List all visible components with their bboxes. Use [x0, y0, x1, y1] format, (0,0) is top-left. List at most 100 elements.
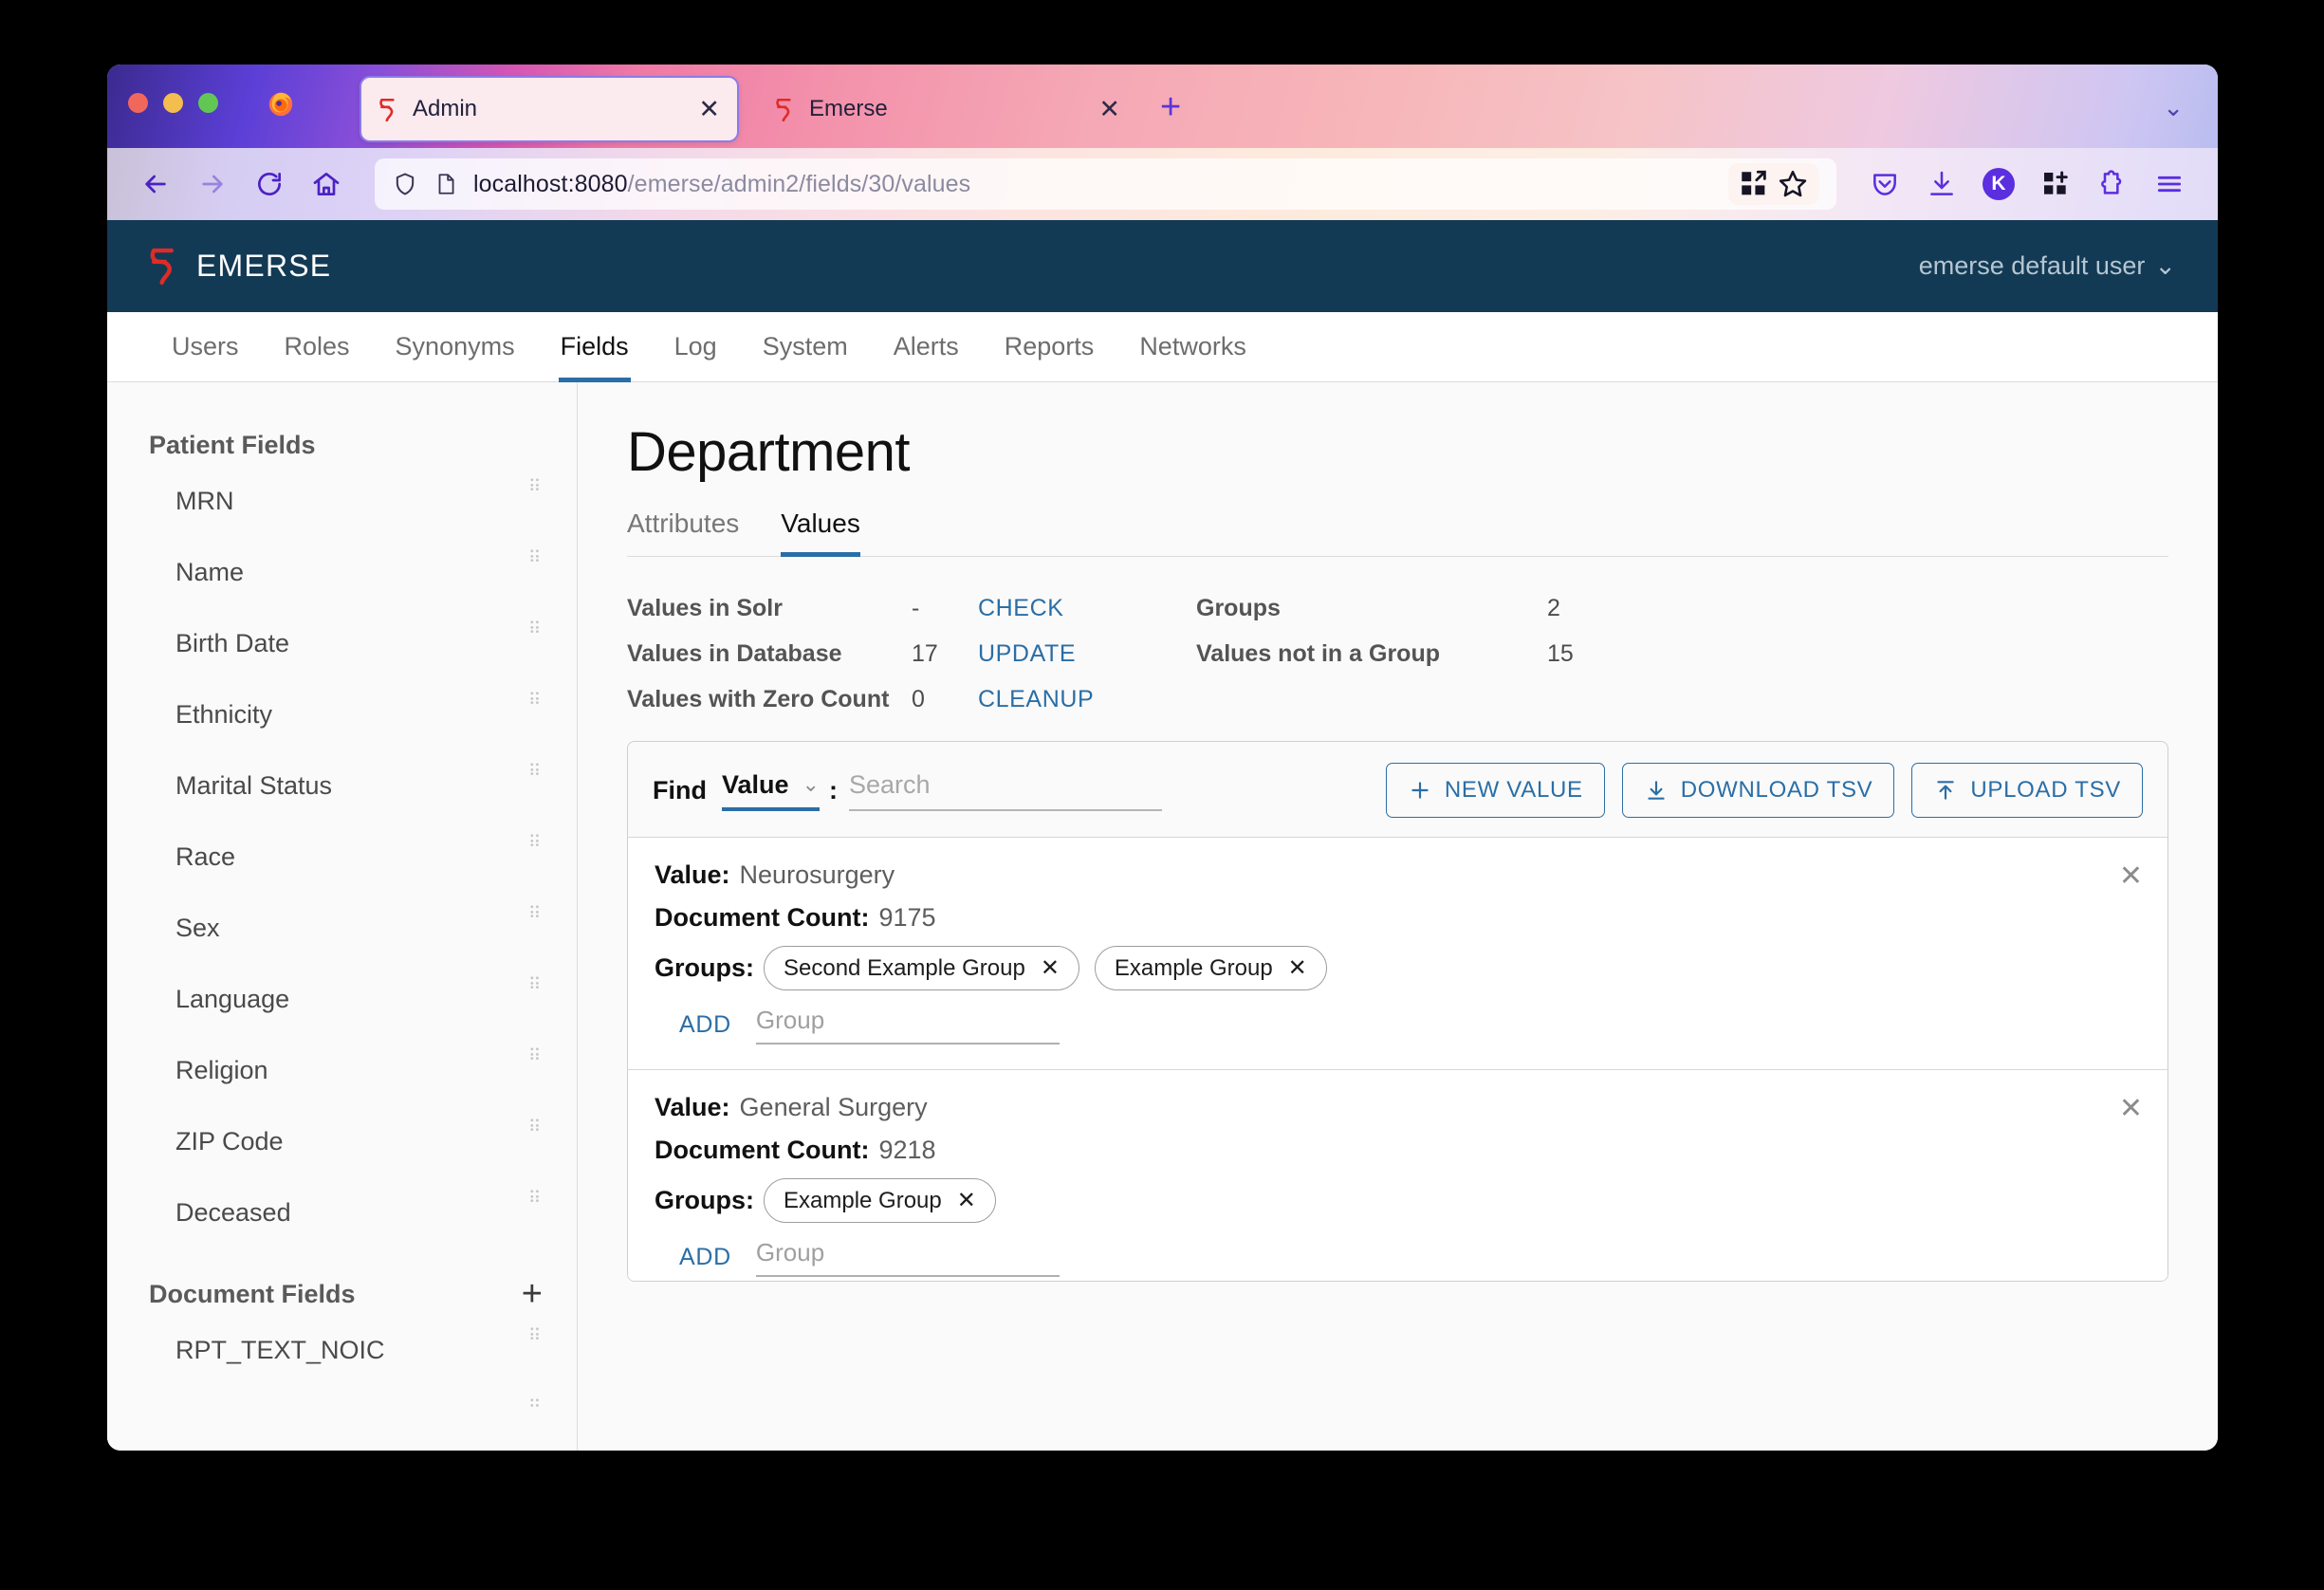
browser-toolbar-icons: K	[1859, 158, 2195, 210]
group-chip-list: Second Example Group ✕ Example Group ✕	[764, 946, 1327, 990]
sidebar-item-language[interactable]: Language	[107, 964, 577, 1035]
remove-value-icon[interactable]: ✕	[2119, 1095, 2143, 1123]
extensions-grid-icon	[2044, 171, 2068, 194]
drag-handle-icon[interactable]	[529, 762, 543, 775]
extensions-button[interactable]	[2030, 158, 2081, 210]
update-button[interactable]: UPDATE	[978, 631, 1196, 676]
document-count-row: Document Count: 9175	[655, 903, 2135, 933]
sidebar-item-religion[interactable]: Religion	[107, 1035, 577, 1106]
account-button[interactable]: K	[1973, 158, 2024, 210]
user-menu[interactable]: emerse default user ⌄	[1919, 251, 2176, 281]
nav-tab-roles[interactable]: Roles	[262, 312, 373, 381]
close-window-button[interactable]	[128, 93, 148, 113]
browser-tab-admin[interactable]: Admin ✕	[360, 76, 739, 142]
find-field-select[interactable]: Value ⌄	[721, 770, 820, 811]
new-value-button[interactable]: NEW VALUE	[1385, 763, 1605, 818]
app-menu-button[interactable]	[2144, 158, 2195, 210]
document-count-value: 9175	[878, 903, 936, 932]
cleanup-button[interactable]: CLEANUP	[978, 676, 1196, 722]
maximize-window-button[interactable]	[198, 93, 218, 113]
tab-attributes[interactable]: Attributes	[627, 505, 760, 556]
check-button[interactable]: CHECK	[978, 585, 1196, 631]
browser-tab-emerse[interactable]: Emerse ✕	[758, 76, 1137, 142]
add-group-button[interactable]: ADD	[679, 1244, 731, 1271]
downloads-button[interactable]	[1916, 158, 1967, 210]
sidebar-item-zip-code[interactable]: ZIP Code	[107, 1106, 577, 1177]
nav-tab-alerts[interactable]: Alerts	[871, 312, 982, 381]
drag-handle-icon[interactable]	[529, 548, 543, 562]
nav-tab-fields[interactable]: Fields	[538, 312, 652, 382]
drag-handle-icon[interactable]	[529, 904, 543, 917]
sidebar-item-marital-status[interactable]: Marital Status	[107, 750, 577, 822]
nav-tab-system[interactable]: System	[740, 312, 871, 381]
drag-handle-icon[interactable]	[529, 1118, 543, 1131]
sidebar-item-sex[interactable]: Sex	[107, 893, 577, 964]
forward-button[interactable]	[187, 158, 238, 210]
group-chip[interactable]: Example Group ✕	[764, 1178, 996, 1223]
nav-tab-log[interactable]: Log	[652, 312, 740, 381]
nav-tab-synonyms[interactable]: Synonyms	[373, 312, 538, 381]
star-icon[interactable]	[1776, 167, 1810, 201]
sidebar-item-label: RPT_TEXT_NOIC	[175, 1336, 385, 1364]
sidebar-item-rpt-text-noic[interactable]: RPT_TEXT_NOIC	[107, 1315, 577, 1386]
remove-group-icon[interactable]: ✕	[1288, 954, 1307, 982]
download-icon	[1648, 781, 1665, 800]
sidebar-item-mrn[interactable]: MRN	[107, 466, 577, 537]
nav-tab-networks[interactable]: Networks	[1116, 312, 1269, 381]
sidebar-item-ethnicity[interactable]: Ethnicity	[107, 679, 577, 750]
drag-handle-icon[interactable]	[529, 1397, 543, 1411]
tab-label: Attributes	[627, 508, 740, 538]
stats-empty-cell	[1196, 676, 1547, 722]
reload-button[interactable]	[244, 158, 295, 210]
pocket-button[interactable]	[1859, 158, 1910, 210]
tab-list-chevron-down-icon[interactable]: ⌄	[2163, 93, 2184, 122]
back-button[interactable]	[130, 158, 181, 210]
nav-tab-reports[interactable]: Reports	[982, 312, 1117, 381]
drag-handle-icon[interactable]	[529, 975, 543, 989]
split-view-icon[interactable]	[1738, 168, 1770, 200]
tab-values[interactable]: Values	[760, 505, 881, 557]
drag-handle-icon[interactable]	[529, 691, 543, 704]
url-bar[interactable]: localhost:8080/emerse/admin2/fields/30/v…	[375, 158, 1836, 210]
group-input[interactable]	[755, 1006, 1060, 1045]
remove-value-icon[interactable]: ✕	[2119, 862, 2143, 891]
brand[interactable]: EMERSE	[149, 246, 331, 287]
groups-row: Groups: Second Example Group ✕ Example G…	[655, 946, 2135, 990]
drag-handle-icon[interactable]	[529, 619, 543, 633]
drag-handle-icon[interactable]	[529, 1046, 543, 1060]
group-chip[interactable]: Example Group ✕	[1094, 946, 1327, 990]
sidebar-item-name[interactable]: Name	[107, 537, 577, 608]
sidebar-item-partial[interactable]	[107, 1386, 577, 1451]
nav-tab-users[interactable]: Users	[149, 312, 262, 381]
search-input[interactable]	[848, 769, 1162, 811]
new-tab-button[interactable]: +	[1160, 89, 1181, 125]
add-document-field-button[interactable]: +	[522, 1276, 543, 1312]
drag-handle-icon[interactable]	[529, 833, 543, 846]
addons-button[interactable]	[2087, 158, 2138, 210]
group-input[interactable]	[755, 1238, 1060, 1277]
sidebar-item-birth-date[interactable]: Birth Date	[107, 608, 577, 679]
browser-tab-close-icon[interactable]: ✕	[1098, 96, 1120, 122]
group-chip[interactable]: Second Example Group ✕	[764, 946, 1079, 990]
add-group-button[interactable]: ADD	[679, 1011, 731, 1039]
shield-icon	[396, 173, 415, 195]
upload-tsv-label: UPLOAD TSV	[1970, 777, 2121, 803]
sidebar-item-race[interactable]: Race	[107, 822, 577, 893]
value-row-label: Value:	[655, 860, 730, 889]
value-row-value: General Surgery	[739, 1093, 928, 1121]
window-traffic-lights[interactable]	[128, 93, 218, 113]
remove-group-icon[interactable]: ✕	[1041, 954, 1060, 982]
minimize-window-button[interactable]	[163, 93, 183, 113]
drag-handle-icon[interactable]	[529, 1189, 543, 1202]
upload-tsv-button[interactable]: UPLOAD TSV	[1911, 763, 2143, 818]
download-tsv-button[interactable]: DOWNLOAD TSV	[1621, 763, 1895, 818]
document-count-label: Document Count:	[655, 1136, 870, 1164]
sidebar-item-deceased[interactable]: Deceased	[107, 1177, 577, 1248]
app-header: EMERSE emerse default user ⌄	[107, 220, 2218, 312]
download-tsv-label: DOWNLOAD TSV	[1680, 777, 1873, 803]
drag-handle-icon[interactable]	[529, 1326, 543, 1340]
drag-handle-icon[interactable]	[529, 477, 543, 490]
remove-group-icon[interactable]: ✕	[957, 1187, 976, 1214]
home-button[interactable]	[301, 158, 352, 210]
browser-tab-close-icon[interactable]: ✕	[698, 96, 720, 122]
